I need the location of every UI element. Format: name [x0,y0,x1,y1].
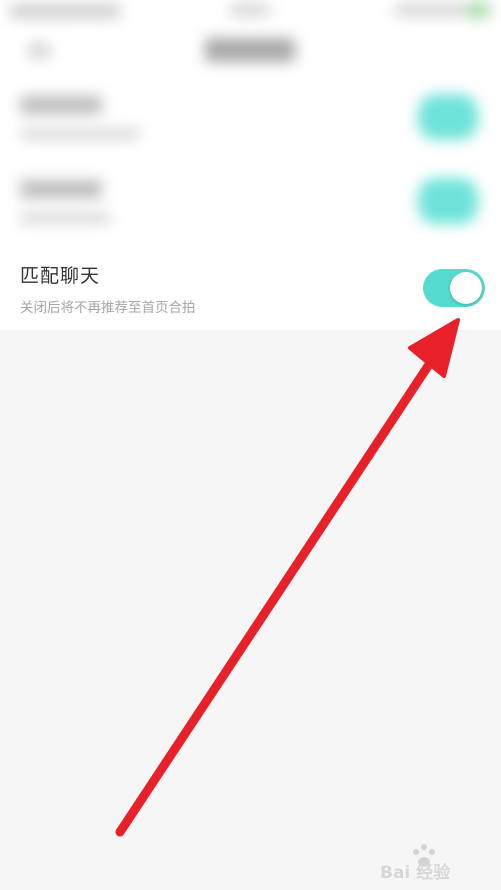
status-bar-left-info [10,4,120,18]
blurred-setting-description [20,212,110,224]
blurred-setting-title [20,180,102,198]
blurred-setting-title [20,96,102,114]
nav-bar [0,28,501,83]
match-chat-toggle[interactable] [423,269,485,307]
status-bar [0,0,501,28]
watermark-text: Bai 经验 [380,863,451,883]
blurred-toggle[interactable] [418,178,478,224]
setting-title: 匹配聊天 [20,265,101,287]
status-bar-time [230,4,270,16]
arrow-shaft [115,355,437,837]
setting-description: 关闭后将不再推荐至首页合拍 [20,300,196,316]
blurred-header-area [0,0,501,245]
blurred-toggle[interactable] [418,94,478,140]
toggle-knob[interactable] [450,272,482,304]
setting-row-match-chat: 匹配聊天 关闭后将不再推荐至首页合拍 [0,245,501,330]
battery-icon [468,2,490,18]
back-icon[interactable] [28,44,50,58]
baidu-jingyan-watermark: Bai 经验 [380,838,495,883]
blurred-setting-row [0,86,501,166]
blurred-setting-row [0,170,501,245]
page-title [205,38,295,62]
blurred-setting-description [20,128,140,140]
